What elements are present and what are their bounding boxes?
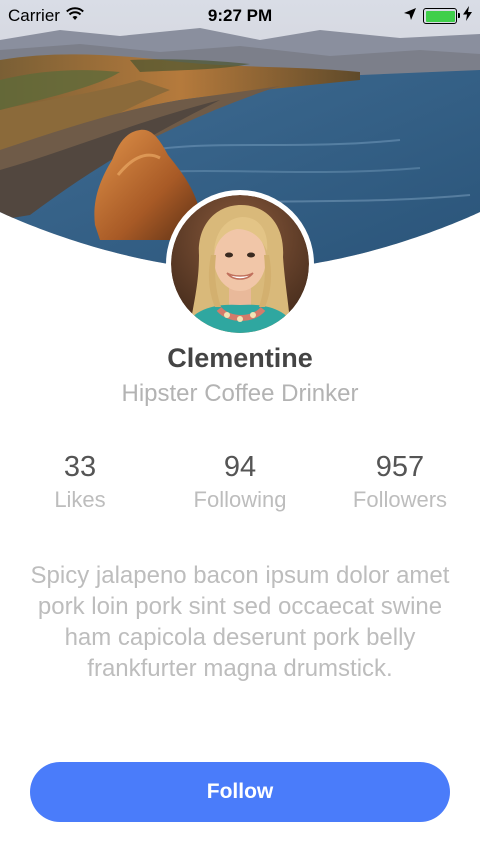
stat-followers[interactable]: 957 Followers — [320, 450, 480, 516]
stat-following[interactable]: 94 Following — [160, 450, 320, 516]
profile-subtitle: Hipster Coffee Drinker — [121, 380, 359, 407]
status-right-group — [403, 6, 472, 26]
battery-fill — [425, 10, 455, 22]
stat-value: 33 — [63, 451, 97, 483]
stats-row: 33 Likes 94 Following 957 Followers — [0, 450, 480, 516]
stat-label: Following — [193, 487, 287, 512]
location-arrow-icon — [403, 6, 417, 26]
profile-name: Clementine — [167, 343, 313, 373]
battery-icon — [423, 8, 460, 24]
stat-likes[interactable]: 33 Likes — [0, 450, 160, 516]
profile-screen: Carrier 9:27 PM Clementine Hipster Coffe… — [0, 0, 480, 852]
status-bar: Carrier 9:27 PM — [0, 0, 480, 32]
stat-label: Likes — [54, 487, 106, 512]
charging-bolt-icon — [463, 6, 472, 26]
profile-bio: Spicy jalapeno bacon ipsum dolor amet po… — [30, 562, 450, 682]
stat-label: Followers — [352, 487, 448, 512]
follow-button[interactable]: Follow — [30, 762, 450, 822]
stat-value: 957 — [375, 451, 425, 483]
stat-value: 94 — [223, 451, 257, 483]
avatar — [166, 190, 314, 338]
